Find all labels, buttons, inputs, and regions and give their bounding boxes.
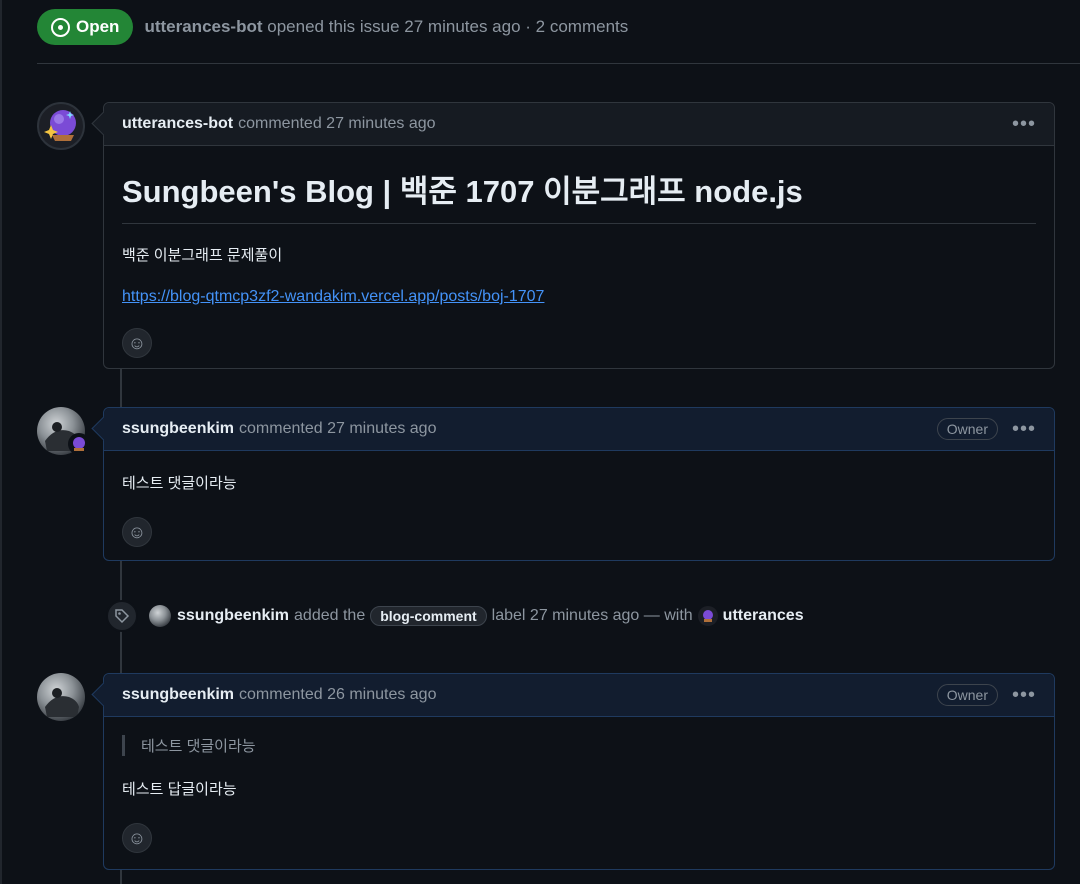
quoted-reply: 테스트 댓글이라능 <box>122 735 1036 756</box>
tag-icon <box>106 600 138 632</box>
comment-author-link[interactable]: ssungbeenkim <box>122 686 234 704</box>
issue-meta-text: opened this issue 27 minutes ago · 2 com… <box>267 17 629 36</box>
timeline-line <box>120 870 122 884</box>
crystal-ball-icon <box>73 437 85 451</box>
comment-text: 백준 이분그래프 문제풀이 <box>122 247 283 264</box>
header-divider <box>37 63 1080 64</box>
smiley-icon: ☺ <box>127 827 147 848</box>
comment-body: 테스트 댓글이라능 ☺ <box>104 472 1054 547</box>
post-title: Sungbeen's Blog | 백준 1707 이분그래프 node.js <box>122 146 1036 224</box>
comment-author-link[interactable]: ssungbeenkim <box>122 420 234 438</box>
kebab-horizontal-icon[interactable]: ••• <box>1012 685 1036 705</box>
issue-author-link[interactable]: utterances-bot <box>144 17 262 36</box>
smiley-icon: ☺ <box>127 332 147 353</box>
comment-card: ssungbeenkim commented 26 minutes ago Ow… <box>103 673 1055 870</box>
issue-opened-icon <box>51 17 70 37</box>
add-reaction-button[interactable]: ☺ <box>122 328 152 358</box>
comment-body: Sungbeen's Blog | 백준 1707 이분그래프 node.js … <box>104 146 1054 358</box>
comment-header: ssungbeenkim commented 26 minutes ago Ow… <box>104 674 1054 717</box>
comment-timestamp[interactable]: commented 27 minutes ago <box>239 420 436 438</box>
issue-state-label: Open <box>76 17 120 36</box>
crystal-ball-icon <box>44 110 76 141</box>
event-actor-avatar[interactable] <box>149 605 171 627</box>
label-blog-comment[interactable]: blog-comment <box>370 606 487 626</box>
comment-header: utterances-bot commented 27 minutes ago … <box>104 103 1054 146</box>
comment-card: utterances-bot commented 27 minutes ago … <box>103 102 1055 369</box>
smiley-icon: ☺ <box>127 521 147 542</box>
comment-text: 테스트 답글이라능 <box>122 781 237 798</box>
issue-meta: utterances-bot opened this issue 27 minu… <box>144 17 628 37</box>
label-event: ssungbeenkim added the blog-comment labe… <box>106 599 804 633</box>
event-text: ssungbeenkim added the blog-comment labe… <box>177 606 804 626</box>
kebab-horizontal-icon[interactable]: ••• <box>1012 114 1036 134</box>
event-meta[interactable]: label 27 minutes ago — with <box>492 607 693 625</box>
owner-badge: Owner <box>936 418 998 440</box>
crystal-ball-icon <box>702 610 713 622</box>
comment-text: 테스트 댓글이라능 <box>122 475 237 492</box>
comment-timestamp[interactable]: commented 27 minutes ago <box>238 115 435 133</box>
avatar-utterances-bot[interactable] <box>37 102 85 150</box>
event-app-link[interactable]: utterances <box>723 607 804 625</box>
event-action: added the <box>294 607 366 624</box>
avatar-photo <box>45 688 79 717</box>
comment-author-link[interactable]: utterances-bot <box>122 115 233 133</box>
timeline-line <box>120 369 122 407</box>
owner-badge: Owner <box>936 684 998 706</box>
tag-icon-svg <box>115 609 130 624</box>
kebab-horizontal-icon[interactable]: ••• <box>1012 419 1036 439</box>
comment-timestamp[interactable]: commented 26 minutes ago <box>239 686 436 704</box>
issue-header: Open utterances-bot opened this issue 27… <box>37 9 628 45</box>
utterances-app-avatar[interactable] <box>697 606 718 626</box>
avatar-ssungbeenkim[interactable] <box>37 673 85 721</box>
issue-state-badge: Open <box>37 9 134 45</box>
app-badge <box>68 433 90 455</box>
comment-body: 테스트 댓글이라능 테스트 답글이라능 ☺ <box>104 735 1054 853</box>
add-reaction-button[interactable]: ☺ <box>122 517 152 547</box>
add-reaction-button[interactable]: ☺ <box>122 823 152 853</box>
comment-card: ssungbeenkim commented 27 minutes ago Ow… <box>103 407 1055 561</box>
comment-header: ssungbeenkim commented 27 minutes ago Ow… <box>104 408 1054 451</box>
page-left-border <box>0 0 2 884</box>
post-link[interactable]: https://blog-qtmcp3zf2-wandakim.vercel.a… <box>122 288 544 305</box>
event-actor-link[interactable]: ssungbeenkim <box>177 607 289 625</box>
